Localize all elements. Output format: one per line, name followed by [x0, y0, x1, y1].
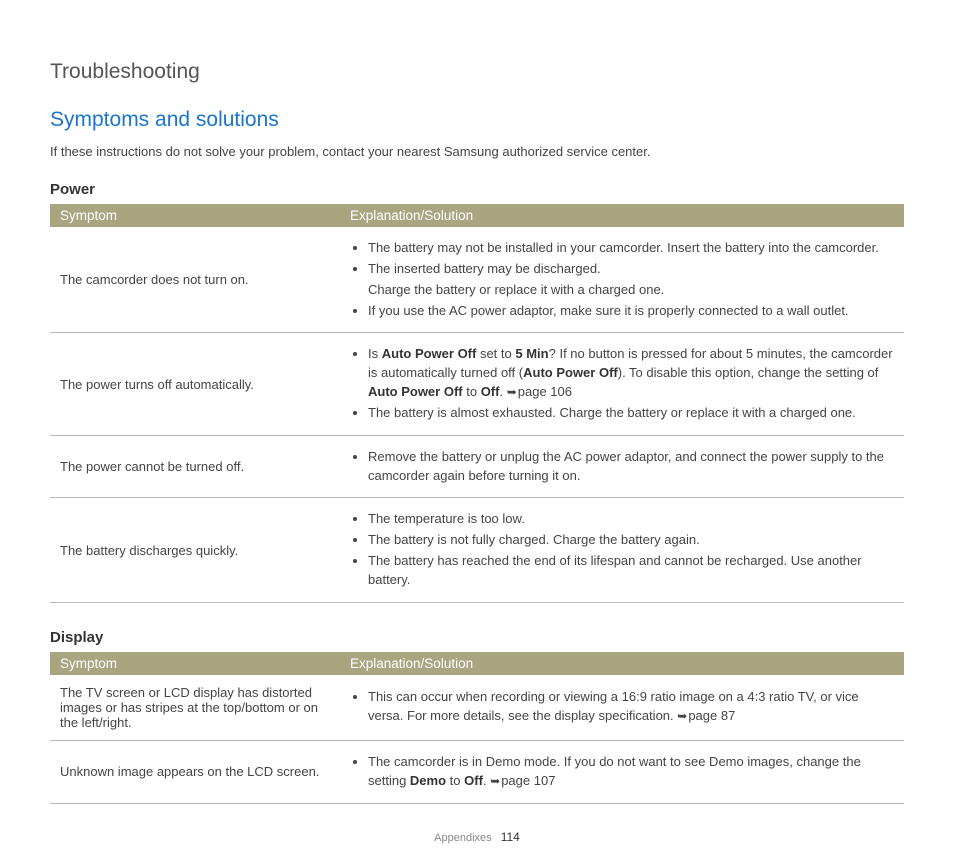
list-item: If you use the AC power adaptor, make su… — [368, 302, 894, 321]
table-row: The power turns off automatically. Is Aut… — [50, 333, 904, 435]
footer-label: Appendixes — [434, 832, 492, 844]
table-row: The power cannot be turned off. Remove th… — [50, 435, 904, 498]
solution-list: Remove the battery or unplug the AC powe… — [350, 448, 894, 486]
symptom-cell: The power turns off automatically. — [50, 333, 340, 435]
solution-cell: Is Auto Power Off set to 5 Min? If no bu… — [340, 333, 904, 435]
list-item: Charge the battery or replace it with a … — [350, 281, 894, 300]
tables-host: PowerSymptomExplanation/SolutionThe camc… — [50, 181, 904, 804]
bold-text: Off — [481, 384, 500, 399]
troubleshoot-table: SymptomExplanation/SolutionThe TV screen… — [50, 652, 904, 804]
page-footer: Appendixes 114 — [50, 830, 904, 844]
bold-text: Auto Power Off — [523, 365, 618, 380]
footer-page-number: 114 — [501, 830, 520, 844]
table-row: The TV screen or LCD display has distort… — [50, 675, 904, 741]
col-symptom: Symptom — [50, 204, 340, 227]
list-item: The battery has reached the end of its l… — [368, 552, 894, 590]
col-symptom: Symptom — [50, 652, 340, 675]
solution-cell: This can occur when recording or viewing… — [340, 675, 904, 741]
list-item: The camcorder is in Demo mode. If you do… — [368, 753, 894, 791]
solution-list: This can occur when recording or viewing… — [350, 688, 894, 726]
solution-list: The temperature is too low. The battery i… — [350, 510, 894, 589]
list-item: This can occur when recording or viewing… — [368, 688, 894, 726]
page-title: Troubleshooting — [50, 60, 904, 84]
solution-list: The camcorder is in Demo mode. If you do… — [350, 753, 894, 791]
list-item: The battery is not fully charged. Charge… — [368, 531, 894, 550]
bold-text: Off — [464, 773, 483, 788]
table-heading: Power — [50, 181, 904, 198]
bold-text: Auto Power Off — [368, 384, 463, 399]
list-item: Remove the battery or unplug the AC powe… — [368, 448, 894, 486]
table-row: The battery discharges quickly.The tempe… — [50, 498, 904, 602]
bold-text: Auto Power Off — [382, 346, 477, 361]
col-solution: Explanation/Solution — [340, 204, 904, 227]
solution-cell: Remove the battery or unplug the AC powe… — [340, 435, 904, 498]
bold-text: 5 Min — [515, 346, 548, 361]
troubleshoot-table: SymptomExplanation/SolutionThe camcorder… — [50, 204, 904, 603]
page-container: Troubleshooting Symptoms and solutions I… — [0, 0, 954, 864]
table-row: Unknown image appears on the LCD screen.… — [50, 740, 904, 803]
arrow-icon: ➥ — [507, 384, 517, 401]
table-row: The camcorder does not turn on. The batte… — [50, 227, 904, 333]
bold-text: Demo — [410, 773, 446, 788]
list-item: Is Auto Power Off set to 5 Min? If no bu… — [368, 345, 894, 402]
list-item: The inserted battery may be discharged. — [368, 260, 894, 279]
symptom-cell: Unknown image appears on the LCD screen. — [50, 740, 340, 803]
symptom-cell: The power cannot be turned off. — [50, 435, 340, 498]
solution-cell: The battery may not be installed in your… — [340, 227, 904, 333]
solution-cell: The camcorder is in Demo mode. If you do… — [340, 740, 904, 803]
solution-list: Is Auto Power Off set to 5 Min? If no bu… — [350, 345, 894, 422]
symptom-cell: The battery discharges quickly. — [50, 498, 340, 602]
symptom-cell: The camcorder does not turn on. — [50, 227, 340, 333]
solution-cell: The temperature is too low. The battery i… — [340, 498, 904, 602]
list-item: The battery is almost exhausted. Charge … — [368, 404, 894, 423]
col-solution: Explanation/Solution — [340, 652, 904, 675]
arrow-icon: ➥ — [677, 708, 687, 725]
list-item: The battery may not be installed in your… — [368, 239, 894, 258]
arrow-icon: ➥ — [490, 773, 500, 790]
list-item: The temperature is too low. — [368, 510, 894, 529]
section-title: Symptoms and solutions — [50, 108, 904, 132]
solution-list: The battery may not be installed in your… — [350, 239, 894, 320]
table-heading: Display — [50, 629, 904, 646]
intro-text: If these instructions do not solve your … — [50, 144, 904, 159]
symptom-cell: The TV screen or LCD display has distort… — [50, 675, 340, 741]
